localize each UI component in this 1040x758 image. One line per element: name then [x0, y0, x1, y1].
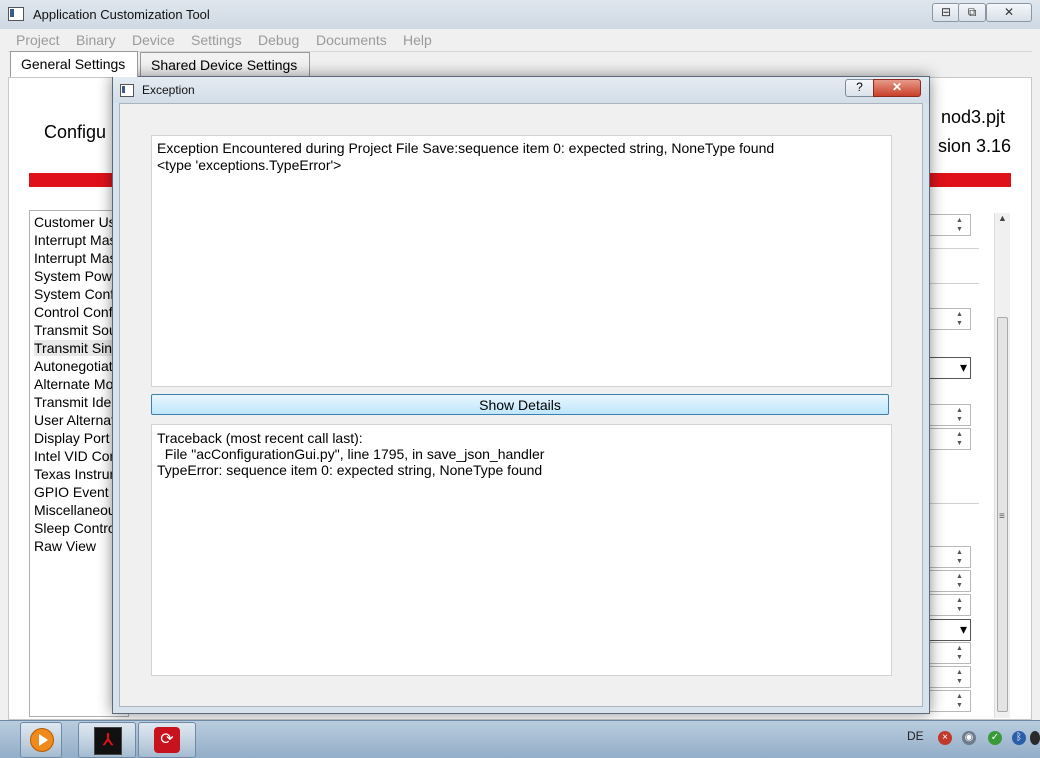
menu-documents[interactable]: Documents	[316, 32, 387, 48]
configuration-title: Configu	[44, 122, 107, 142]
app-window-icon	[8, 7, 24, 21]
traceback-line: TypeError: sequence item 0: expected str…	[157, 462, 543, 478]
nav-item-texas-instruments[interactable]: Texas Instrum	[34, 466, 121, 482]
nav-item-interrupt-mask-2[interactable]: Interrupt Mas	[34, 250, 116, 266]
menu-settings[interactable]: Settings	[191, 32, 242, 48]
scroll-up-arrow-icon[interactable]: ▲	[998, 213, 1007, 223]
window-title: Application Customization Tool	[33, 7, 210, 22]
nav-item-system-config[interactable]: System Conf	[34, 286, 114, 302]
project-file-name: nod3.pjt	[940, 107, 1005, 127]
nav-item-control-config[interactable]: Control Conf	[34, 304, 113, 320]
tray-volume-icon[interactable]	[1030, 731, 1040, 745]
nav-item-interrupt-mask-1[interactable]: Interrupt Mas	[34, 232, 116, 248]
dialog-close-button[interactable]: ✕	[873, 79, 921, 97]
acrobat-reader-icon: ⟳	[154, 727, 180, 753]
tab-general-settings[interactable]: General Settings	[10, 51, 138, 77]
menu-project[interactable]: Project	[16, 32, 60, 48]
tray-security-icon[interactable]: ✓	[988, 731, 1002, 745]
exception-type-line: <type 'exceptions.TypeError'>	[157, 157, 342, 173]
minimize-button[interactable]: ⊟	[932, 3, 960, 22]
nav-item-transmit-source[interactable]: Transmit Sou	[34, 322, 117, 338]
language-indicator[interactable]: DE	[907, 729, 924, 743]
exception-message-line: Exception Encountered during Project Fil…	[157, 140, 775, 156]
show-details-button[interactable]: Show Details	[151, 394, 889, 415]
dialog-window-icon	[120, 84, 134, 97]
scroll-grip-icon: ≡	[999, 511, 1005, 522]
maximize-button[interactable]: ⧉	[958, 3, 986, 22]
nav-item-transmit-identity[interactable]: Transmit Ide	[34, 394, 111, 410]
pdf-viewer-icon: ⅄	[94, 727, 122, 755]
nav-item-raw-view[interactable]: Raw View	[34, 538, 96, 554]
dialog-help-button[interactable]: ?	[845, 79, 874, 97]
nav-item-miscellaneous[interactable]: Miscellaneou	[34, 502, 116, 518]
nav-item-gpio-event[interactable]: GPIO Event	[34, 484, 109, 500]
nav-item-sleep-control[interactable]: Sleep Contro	[34, 520, 116, 536]
taskbar: ⅄ ⟳ DE × ◉ ✓ ᛒ	[0, 720, 1040, 758]
close-button[interactable]: ✕	[986, 3, 1032, 22]
exception-dialog: Exception ? ✕ Exception Encountered duri…	[112, 76, 930, 714]
tab-shared-device-settings[interactable]: Shared Device Settings	[140, 52, 310, 76]
tab-bar: General Settings Shared Device Settings	[8, 51, 1032, 77]
exception-message-box[interactable]: Exception Encountered during Project Fil…	[151, 135, 892, 387]
nav-item-customer-use[interactable]: Customer Us	[34, 214, 116, 230]
traceback-box[interactable]: Traceback (most recent call last): File …	[151, 424, 892, 676]
menu-binary[interactable]: Binary	[76, 32, 116, 48]
settings-scrollbar[interactable]: ▲	[994, 213, 1010, 718]
traceback-line: File "acConfigurationGui.py", line 1795,…	[157, 446, 545, 462]
tray-settings-icon[interactable]: ◉	[962, 731, 976, 745]
dialog-body: Exception Encountered during Project Fil…	[119, 103, 923, 707]
nav-item-intel-vid[interactable]: Intel VID Cor	[34, 448, 114, 464]
taskbar-app-button[interactable]: ⟳	[138, 722, 196, 758]
tray-bluetooth-icon[interactable]: ᛒ	[1012, 731, 1026, 745]
dialog-title: Exception	[142, 83, 195, 97]
title-bar[interactable]: Application Customization Tool ⊟ ⧉ ✕	[0, 0, 1040, 29]
menu-device[interactable]: Device	[132, 32, 175, 48]
nav-item-autonegotiate[interactable]: Autonegotiat	[34, 358, 113, 374]
menu-debug[interactable]: Debug	[258, 32, 299, 48]
nav-item-alternate-mode[interactable]: Alternate Mo	[34, 376, 113, 392]
menu-bar: Project Binary Device Settings Debug Doc…	[8, 30, 1032, 52]
nav-item-system-power[interactable]: System Powe	[34, 268, 120, 284]
taskbar-pdf-button[interactable]: ⅄	[78, 722, 136, 758]
version-label: sion 3.16	[937, 136, 1011, 156]
taskbar-vlc-button[interactable]	[20, 722, 62, 758]
nav-item-user-alternate[interactable]: User Alternat	[34, 412, 115, 428]
tray-network-error-icon[interactable]: ×	[938, 731, 952, 745]
vlc-player-icon	[30, 728, 54, 752]
nav-item-display-port[interactable]: Display Port	[34, 430, 109, 446]
traceback-line: Traceback (most recent call last):	[157, 430, 363, 446]
dialog-title-bar[interactable]: Exception ? ✕	[113, 77, 929, 103]
menu-help[interactable]: Help	[403, 32, 432, 48]
